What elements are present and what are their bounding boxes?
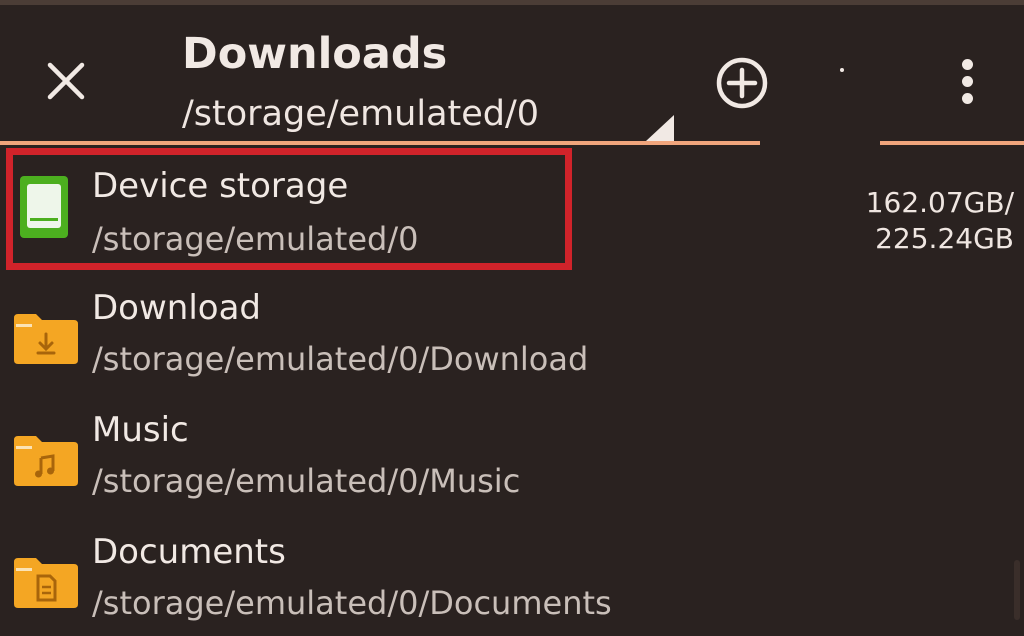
storage-used: 162.07GB/ <box>865 186 1014 219</box>
download-folder-icon <box>14 314 78 364</box>
item-name: Documents <box>92 532 286 572</box>
current-path[interactable]: /storage/emulated/0 <box>182 94 539 134</box>
device-storage-icon <box>20 176 68 238</box>
more-vert-icon[interactable] <box>952 57 984 105</box>
close-icon[interactable] <box>42 57 90 105</box>
list-item-download[interactable]: Download /storage/emulated/0/Download <box>0 270 1024 392</box>
scrollbar[interactable] <box>1014 560 1020 620</box>
list-item-music[interactable]: Music /storage/emulated/0/Music <box>0 392 1024 514</box>
music-folder-icon <box>14 436 78 486</box>
storage-total: 225.24GB <box>875 222 1014 255</box>
list-item-documents[interactable]: Documents /storage/emulated/0/Documents <box>0 514 1024 636</box>
accent-line-left <box>0 141 760 145</box>
item-name: Music <box>92 410 189 450</box>
accent-line-right <box>880 141 1024 145</box>
documents-folder-icon <box>14 558 78 608</box>
tiny-dot-icon <box>840 68 844 72</box>
item-path: /storage/emulated/0 <box>92 220 419 258</box>
item-path: /storage/emulated/0/Download <box>92 340 589 378</box>
dropdown-triangle-icon[interactable] <box>646 115 674 141</box>
item-path: /storage/emulated/0/Documents <box>92 584 612 622</box>
item-name: Device storage <box>92 166 349 206</box>
header-bar: Downloads /storage/emulated/0 <box>0 5 1024 143</box>
storage-usage: 162.07GB/ 225.24GB <box>866 185 1014 257</box>
add-circle-icon[interactable] <box>714 55 770 111</box>
page-title: Downloads <box>182 29 448 79</box>
item-name: Download <box>92 288 262 328</box>
item-path: /storage/emulated/0/Music <box>92 462 521 500</box>
